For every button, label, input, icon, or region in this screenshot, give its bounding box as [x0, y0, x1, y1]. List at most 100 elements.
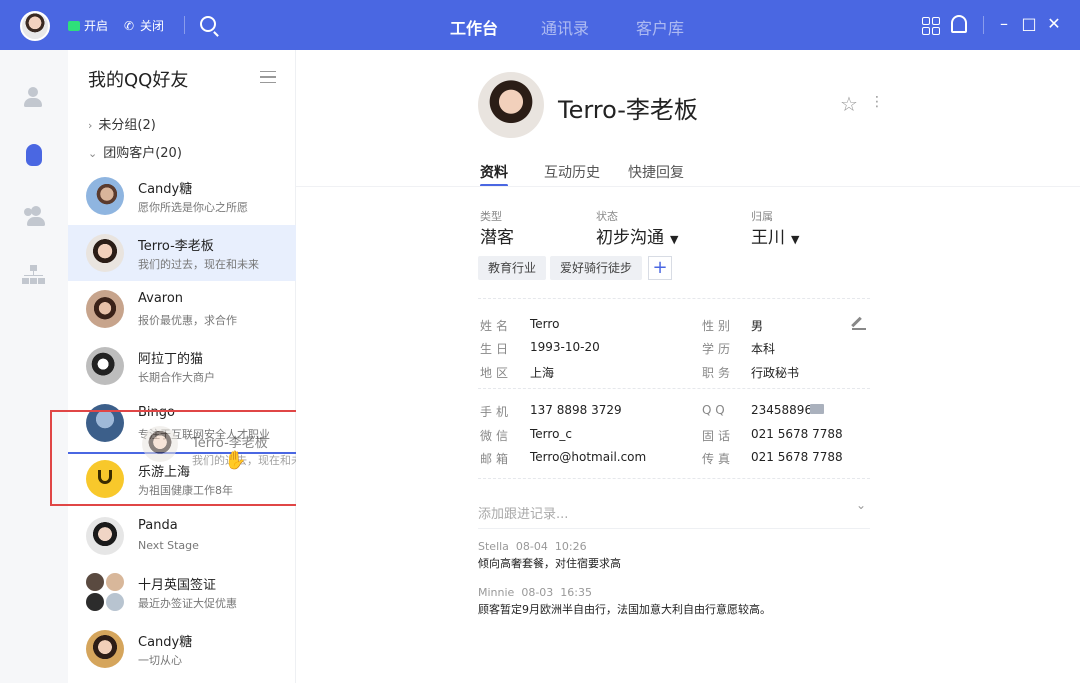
contact-icon[interactable] — [22, 86, 46, 110]
type-label: 类型 — [480, 210, 502, 223]
group-avatar — [86, 573, 124, 611]
edit-pencil-icon[interactable] — [852, 316, 866, 330]
org-chart-icon[interactable] — [22, 265, 46, 289]
avatar — [86, 347, 124, 385]
owner-label: 归属 — [751, 210, 773, 223]
note-meta: Stella 08-04 10:26 — [478, 540, 587, 553]
group-group-buy-customers[interactable]: ⌄ 团购客户(20) — [88, 142, 182, 161]
caret-down-icon: ▼ — [670, 233, 679, 246]
friend-name: Candy糖 — [138, 182, 193, 197]
tag-chip[interactable]: 爱好骑行徒步 — [550, 256, 643, 280]
phone-icon: ✆ — [124, 18, 135, 33]
grid-icon[interactable] — [922, 17, 940, 35]
status-on-icon — [68, 20, 80, 31]
note-time: 16:35 — [560, 586, 592, 599]
tag-chip[interactable]: 教育行业 — [478, 256, 547, 280]
name-value: Terro — [530, 317, 560, 331]
caret-down-icon: ▼ — [791, 233, 800, 246]
friend-name: Panda — [138, 518, 178, 533]
friend-signature: Next Stage — [138, 539, 199, 552]
friend-signature: 一切从心 — [138, 654, 182, 667]
owner-value: 王川 — [751, 228, 785, 248]
status-label: 状态 — [596, 210, 618, 223]
bell-icon[interactable] — [951, 15, 967, 33]
tab-profile[interactable]: 资料 — [480, 162, 508, 182]
landline-value: 021 5678 7788 — [751, 427, 843, 441]
wechat-value: Terro_c — [530, 427, 573, 441]
tab-customer-library[interactable]: 客户库 — [636, 15, 684, 39]
qq-value: 23458896 — [751, 403, 813, 417]
region-value: 上海 — [530, 366, 555, 380]
user-avatar[interactable] — [20, 11, 50, 41]
close-icon[interactable]: ✕ — [1045, 14, 1063, 33]
status-dropdown[interactable]: 初步沟通 ▼ — [596, 223, 678, 248]
id-card-icon[interactable] — [810, 404, 824, 414]
friend-item[interactable]: 十月英国签证 最近办签证大促优惠 — [68, 564, 296, 620]
tab-quick-reply[interactable]: 快捷回复 — [628, 162, 684, 182]
group-ungrouped[interactable]: › 未分组(2) — [88, 114, 156, 133]
contact-name: Terro-李老板 — [558, 96, 698, 124]
friend-item[interactable]: Candy糖 一切从心 — [68, 621, 296, 677]
email-value: Terro@hotmail.com — [530, 450, 647, 464]
tab-workbench[interactable]: 工作台 — [450, 15, 498, 39]
education-label: 学历 — [702, 342, 735, 356]
divider — [478, 478, 870, 479]
friend-signature: 最近办签证大促优惠 — [138, 597, 237, 610]
wechat-label: 微信 — [480, 429, 513, 443]
divider — [478, 528, 870, 529]
friend-list-panel: 我的QQ好友 › 未分组(2) ⌄ 团购客户(20) Candy糖 愿你所选是你心之… — [68, 50, 296, 683]
qq-penguin-icon[interactable] — [22, 144, 46, 168]
menu-icon[interactable] — [260, 71, 276, 83]
friend-item[interactable]: 阿拉丁的猫 长期合作大商户 — [68, 338, 296, 394]
friend-signature: 长期合作大商户 — [138, 371, 215, 384]
star-icon[interactable]: ☆ — [840, 92, 858, 116]
minimize-icon[interactable]: – — [995, 14, 1013, 33]
friend-item-selected[interactable]: Terro-李老板 我们的过去，现在和未来 — [68, 225, 296, 281]
position-label: 职务 — [702, 366, 735, 380]
group-icon[interactable] — [22, 205, 46, 229]
group-label: 团购客户(20) — [103, 146, 182, 161]
name-label: 姓名 — [480, 319, 513, 333]
search-icon[interactable] — [200, 16, 216, 32]
status-off-toggle[interactable]: ✆ 关闭 — [124, 17, 164, 34]
add-tag-button[interactable]: + — [648, 256, 672, 280]
position-value: 行政秘书 — [751, 366, 800, 380]
divider — [478, 298, 870, 299]
mobile-label: 手机 — [480, 405, 513, 419]
tabs-divider — [296, 186, 1080, 187]
tab-contacts[interactable]: 通讯录 — [541, 15, 589, 39]
maximize-icon[interactable]: □ — [1020, 14, 1038, 33]
region-label: 地区 — [480, 366, 513, 380]
note-meta: Minnie 08-03 16:35 — [478, 586, 592, 599]
note-text: 顾客暂定9月欧洲半自由行，法国加意大利自由行意愿较高。 — [478, 603, 771, 616]
friend-item[interactable]: Candy糖 愿你所选是你心之所愿 — [68, 168, 296, 224]
avatar — [86, 630, 124, 668]
avatar — [86, 517, 124, 555]
more-vertical-icon[interactable]: ⋮ — [870, 94, 884, 110]
gender-value: 男 — [751, 319, 764, 333]
friend-name: Candy糖 — [138, 635, 193, 650]
landline-label: 固话 — [702, 429, 735, 443]
fax-value: 021 5678 7788 — [751, 450, 843, 464]
qq-label: Q Q — [702, 403, 725, 417]
friend-item[interactable]: Avaron 报价最优惠，求合作 — [68, 281, 296, 337]
type-value: 潜客 — [480, 228, 514, 248]
avatar — [86, 290, 124, 328]
friend-name: Terro-李老板 — [138, 239, 214, 254]
friend-signature: 愿你所选是你心之所愿 — [138, 201, 248, 214]
top-bar: 开启 ✆ 关闭 工作台 通讯录 客户库 – □ ✕ — [0, 0, 1080, 50]
add-follow-up-input[interactable]: 添加跟进记录... — [478, 503, 568, 522]
friend-item[interactable]: Panda Next Stage — [68, 508, 296, 564]
tab-interaction-history[interactable]: 互动历史 — [544, 162, 600, 182]
owner-dropdown[interactable]: 王川 ▼ — [751, 223, 799, 248]
icon-rail — [0, 50, 68, 683]
note-date: 08-03 — [521, 586, 554, 599]
divider — [478, 388, 870, 389]
status-on-label: 开启 — [84, 19, 109, 33]
note-author: Minnie — [478, 586, 515, 599]
status-on-toggle[interactable]: 开启 — [68, 17, 108, 34]
chevron-down-icon[interactable]: ⌄ — [856, 498, 866, 512]
gender-label: 性别 — [702, 319, 735, 333]
friend-name: 十月英国签证 — [138, 578, 217, 593]
birthday-value: 1993-10-20 — [530, 340, 600, 354]
